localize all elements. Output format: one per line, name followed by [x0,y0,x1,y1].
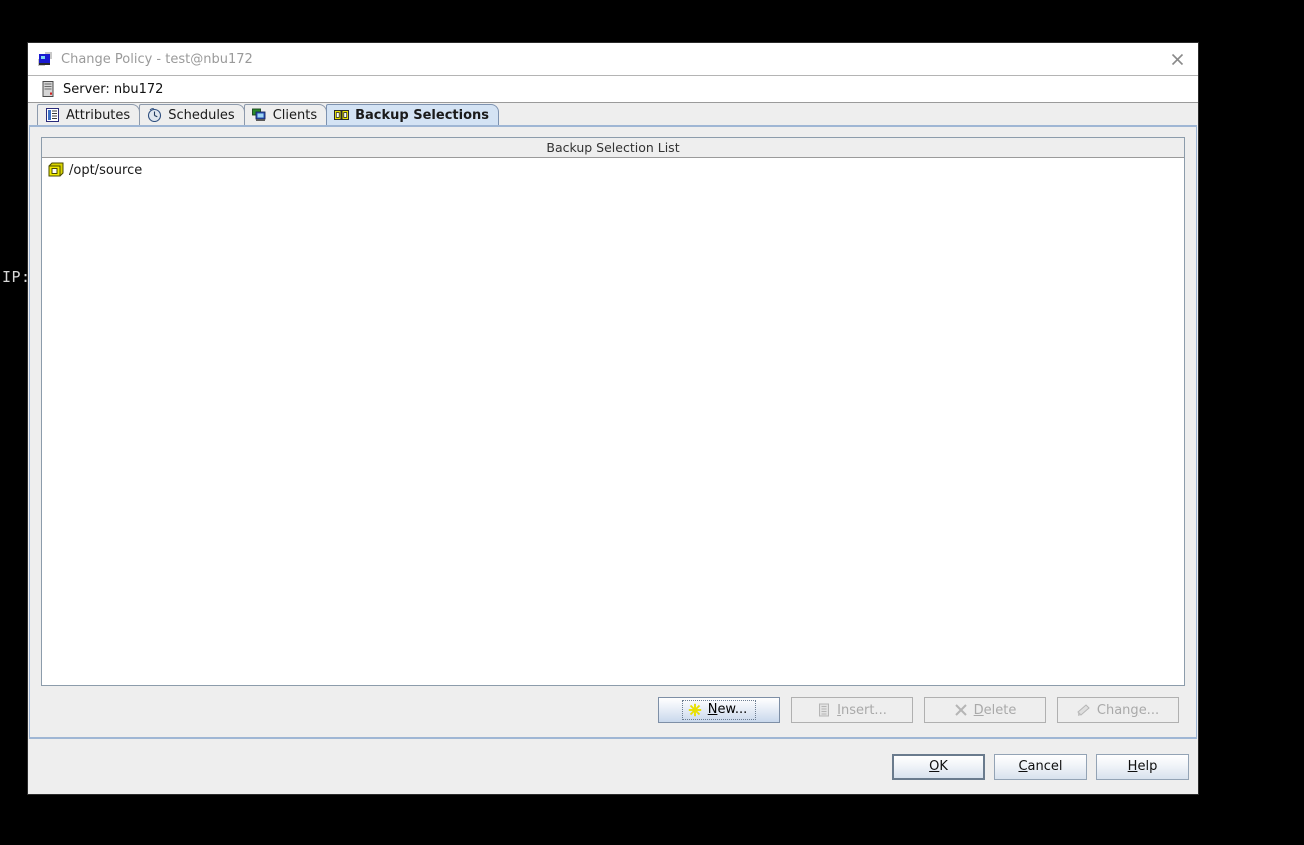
backup-selection-list: Backup Selection List /opt/source [41,137,1185,686]
tab-label: Clients [272,107,318,123]
help-button-label: Help [1127,759,1158,774]
change-button[interactable]: Change... [1057,697,1179,723]
tab-backup-selections[interactable]: Backup Selections [326,104,499,125]
change-policy-dialog: Change Policy - test@nbu172 Server: nbu1… [27,42,1199,795]
tab-label: Schedules [168,107,235,123]
delete-button[interactable]: Delete [924,697,1046,723]
tab-schedules[interactable]: Schedules [139,104,245,125]
new-star-icon [688,703,702,717]
list-item[interactable]: /opt/source [42,160,1184,180]
cancel-button[interactable]: Cancel [994,753,1087,780]
tab-strip: Attributes Schedules Clients Backup Sele… [28,103,1198,125]
backup-selection-list-body[interactable]: /opt/source [42,158,1184,685]
attributes-icon [45,108,60,122]
backup-selections-panel: Backup Selection List /opt/source New...… [29,125,1197,739]
tab-label: Backup Selections [355,107,489,123]
tab-clients[interactable]: Clients [243,104,328,125]
directory-box-icon [48,162,64,178]
change-pen-icon [1077,703,1091,717]
tab-label: Attributes [66,107,131,123]
selection-action-buttons: New... Insert... Delete Change... [41,697,1185,737]
title-bar: Change Policy - test@nbu172 [28,43,1198,76]
server-icon [42,81,55,97]
cancel-button-label: Cancel [1018,759,1063,774]
clock-icon [147,108,162,123]
policy-window-icon [37,51,53,67]
close-icon[interactable] [1166,48,1188,70]
insert-button-label: Insert... [837,702,887,718]
tab-attributes[interactable]: Attributes [37,104,141,125]
list-item-label: /opt/source [69,162,143,178]
backup-selection-list-header: Backup Selection List [42,138,1184,158]
help-button[interactable]: Help [1096,753,1189,780]
new-button[interactable]: New... [658,697,780,723]
clients-icon [251,108,267,122]
delete-x-icon [954,703,968,717]
change-button-label: Change... [1096,702,1160,718]
insert-doc-icon [817,703,831,717]
ok-button-label: OK [929,759,948,774]
dialog-title: Change Policy - test@nbu172 [61,51,253,67]
insert-button[interactable]: Insert... [791,697,913,723]
ok-button[interactable]: OK [892,753,985,780]
server-label: Server: nbu172 [63,81,164,97]
dialog-button-bar: OK Cancel Help [28,739,1198,794]
new-button-label: New... [707,702,748,717]
server-bar: Server: nbu172 [28,76,1198,103]
delete-button-label: Delete [973,702,1017,718]
selections-icon [334,108,350,122]
desktop-backdrop: IP: Change Policy - test@nbu172 Server: … [0,0,1304,845]
